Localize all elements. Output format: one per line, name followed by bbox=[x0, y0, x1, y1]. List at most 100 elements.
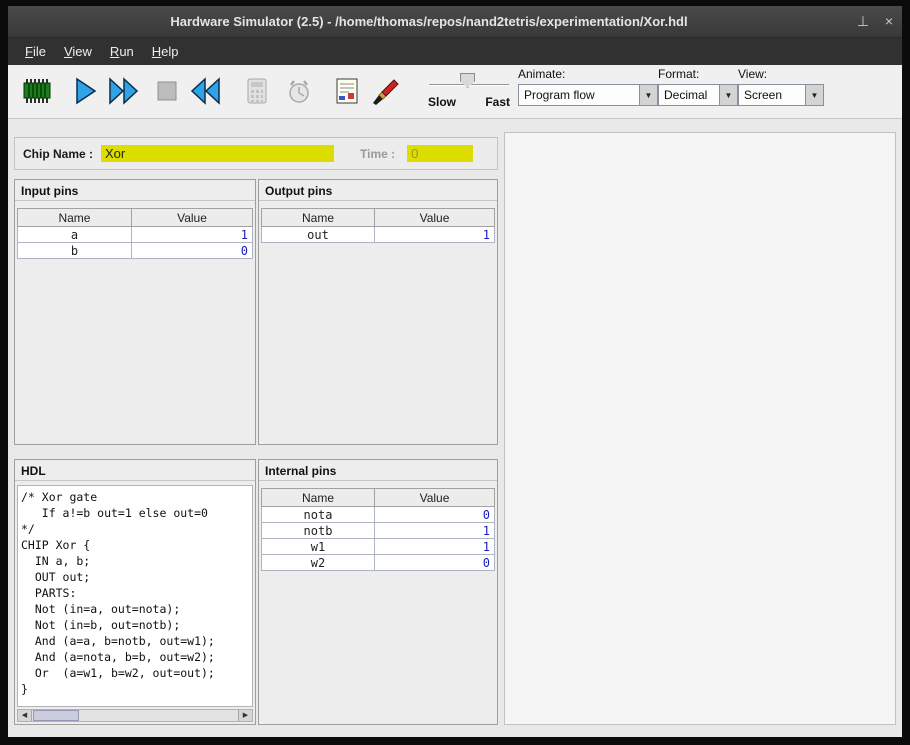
pin-row: b 0 bbox=[18, 243, 253, 259]
view-label: View: bbox=[738, 67, 824, 81]
table-header-row: Name Value bbox=[18, 209, 253, 227]
chevron-down-icon: ▼ bbox=[719, 85, 737, 105]
slider-slow-label: Slow bbox=[428, 95, 456, 109]
column-header-name: Name bbox=[262, 489, 375, 507]
hdl-code-line: And (a=a, b=notb, out=w1); bbox=[21, 633, 252, 649]
column-header-name: Name bbox=[18, 209, 132, 227]
pin-name: a bbox=[18, 227, 132, 243]
menu-item[interactable]: File bbox=[16, 40, 55, 63]
pin-value: 1 bbox=[375, 227, 495, 243]
hdl-code-line: IN a, b; bbox=[21, 553, 252, 569]
title-bar[interactable]: Hardware Simulator (2.5) - /home/thomas/… bbox=[8, 6, 902, 38]
menu-bar: File View Run Help bbox=[8, 38, 902, 65]
internal-pins-table: Name Value nota 0 not bbox=[261, 488, 495, 571]
animate-select[interactable]: Program flow ▼ bbox=[518, 84, 658, 106]
hdl-code-line: Not (in=b, out=notb); bbox=[21, 617, 252, 633]
single-step-button[interactable] bbox=[66, 72, 104, 110]
chip-icon bbox=[21, 77, 53, 105]
chevron-down-icon: ▼ bbox=[805, 85, 823, 105]
fast-forward-icon bbox=[107, 76, 141, 106]
menu-item[interactable]: Run bbox=[101, 40, 143, 63]
pin-row: w2 0 bbox=[262, 555, 495, 571]
output-pins-panel: Output pins Name Value out 1 bbox=[258, 179, 498, 445]
view-group: View: Screen ▼ bbox=[738, 67, 824, 106]
pin-row: nota 0 bbox=[262, 507, 495, 523]
internal-pins-title: Internal pins bbox=[259, 460, 497, 481]
pin-name: b bbox=[18, 243, 132, 259]
minimize-button[interactable]: ⊥ bbox=[850, 6, 876, 37]
main-content: Chip Name : Xor Time : 0 Input pins Name… bbox=[8, 119, 902, 737]
chevron-down-icon: ▼ bbox=[639, 85, 657, 105]
output-pins-table: Name Value out 1 bbox=[261, 208, 495, 243]
chip-name-label: Chip Name : bbox=[23, 147, 93, 161]
clear-screen-button[interactable] bbox=[366, 72, 404, 110]
chip-name-bar: Chip Name : Xor Time : 0 bbox=[14, 137, 498, 170]
screen-view-panel bbox=[504, 132, 896, 725]
app-window: Hardware Simulator (2.5) - /home/thomas/… bbox=[8, 6, 902, 737]
view-program-button[interactable] bbox=[328, 72, 366, 110]
hdl-code-line: Not (in=a, out=nota); bbox=[21, 601, 252, 617]
column-header-name: Name bbox=[262, 209, 375, 227]
paintbrush-icon bbox=[370, 76, 400, 106]
input-pins-panel: Input pins Name Value a 1 bbox=[14, 179, 256, 445]
pin-row: notb 1 bbox=[262, 523, 495, 539]
clock-icon bbox=[284, 76, 314, 106]
pin-value[interactable]: 1 bbox=[131, 227, 252, 243]
scrollbar-track[interactable] bbox=[32, 710, 238, 721]
view-value: Screen bbox=[739, 85, 805, 105]
stop-icon bbox=[152, 76, 182, 106]
menu-item[interactable]: View bbox=[55, 40, 101, 63]
load-chip-button[interactable] bbox=[18, 72, 56, 110]
menu-item[interactable]: Help bbox=[143, 40, 188, 63]
column-header-value: Value bbox=[375, 209, 495, 227]
chip-name-field[interactable]: Xor bbox=[101, 145, 334, 162]
scroll-left-icon[interactable]: ◀ bbox=[18, 710, 32, 721]
animate-label: Animate: bbox=[518, 67, 658, 81]
hdl-code-line: /* Xor gate bbox=[21, 489, 252, 505]
scrollbar-thumb[interactable] bbox=[33, 710, 79, 721]
scroll-right-icon[interactable]: ▶ bbox=[238, 710, 252, 721]
close-button[interactable]: × bbox=[876, 6, 902, 37]
column-header-value: Value bbox=[375, 489, 495, 507]
input-pins-table: Name Value a 1 b bbox=[17, 208, 253, 259]
window-title: Hardware Simulator (2.5) - /home/thomas/… bbox=[8, 14, 850, 29]
pin-name: w1 bbox=[262, 539, 375, 555]
internal-pins-panel: Internal pins Name Value nota 0 bbox=[258, 459, 498, 725]
pin-value: 0 bbox=[375, 555, 495, 571]
pin-value: 1 bbox=[375, 539, 495, 555]
input-pins-title: Input pins bbox=[15, 180, 255, 201]
time-label: Time : bbox=[360, 147, 395, 161]
slider-labels: Slow Fast bbox=[426, 95, 512, 109]
table-header-row: Name Value bbox=[262, 209, 495, 227]
format-select[interactable]: Decimal ▼ bbox=[658, 84, 738, 106]
column-header-value: Value bbox=[131, 209, 252, 227]
pin-name: notb bbox=[262, 523, 375, 539]
hdl-code-line: If a!=b out=1 else out=0 bbox=[21, 505, 252, 521]
hdl-code-line: PARTS: bbox=[21, 585, 252, 601]
calculator-button[interactable] bbox=[238, 72, 276, 110]
reset-button[interactable] bbox=[186, 72, 224, 110]
clock-button[interactable] bbox=[280, 72, 318, 110]
hdl-horizontal-scrollbar[interactable]: ◀ ▶ bbox=[17, 709, 253, 722]
hdl-title: HDL bbox=[15, 460, 255, 481]
speed-slider[interactable]: Slow Fast bbox=[426, 69, 512, 115]
hdl-code-line: CHIP Xor { bbox=[21, 537, 252, 553]
minimize-icon: ⊥ bbox=[857, 13, 869, 29]
animate-group: Animate: Program flow ▼ bbox=[518, 67, 658, 106]
hdl-code-line: OUT out; bbox=[21, 569, 252, 585]
format-group: Format: Decimal ▼ bbox=[658, 67, 738, 106]
calculator-icon bbox=[244, 76, 270, 106]
view-select[interactable]: Screen ▼ bbox=[738, 84, 824, 106]
rewind-icon bbox=[188, 76, 222, 106]
pin-value: 1 bbox=[375, 523, 495, 539]
slider-fast-label: Fast bbox=[485, 95, 510, 109]
format-value: Decimal bbox=[659, 85, 719, 105]
hdl-code-line: And (a=nota, b=b, out=w2); bbox=[21, 649, 252, 665]
pin-row: a 1 bbox=[18, 227, 253, 243]
pin-value[interactable]: 0 bbox=[131, 243, 252, 259]
run-button[interactable] bbox=[105, 72, 143, 110]
step-forward-icon bbox=[71, 76, 99, 106]
time-field: 0 bbox=[407, 145, 473, 162]
stop-button[interactable] bbox=[148, 72, 186, 110]
window-frame: Hardware Simulator (2.5) - /home/thomas/… bbox=[0, 0, 910, 745]
